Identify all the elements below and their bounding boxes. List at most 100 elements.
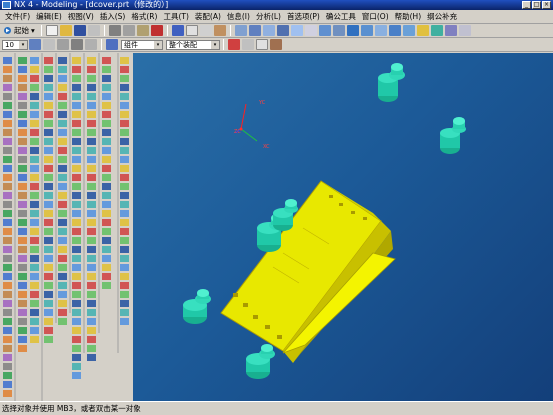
sketch-icon[interactable] — [458, 25, 471, 36]
tool-icon[interactable] — [87, 57, 96, 64]
tool-icon[interactable] — [72, 255, 81, 262]
tool-icon[interactable] — [3, 246, 12, 253]
tool-icon[interactable] — [18, 246, 27, 253]
tool-icon[interactable] — [87, 66, 96, 73]
tool-icon[interactable] — [72, 75, 81, 82]
tool-icon[interactable] — [102, 192, 111, 199]
tool-icon[interactable] — [30, 138, 39, 145]
hand-icon[interactable] — [213, 25, 226, 36]
tool-icon[interactable] — [3, 156, 12, 163]
tool-icon[interactable] — [87, 183, 96, 190]
tool-icon[interactable] — [3, 183, 12, 190]
tool-icon[interactable] — [72, 192, 81, 199]
tool-icon[interactable] — [18, 102, 27, 109]
tool-icon[interactable] — [72, 165, 81, 172]
tool-icon[interactable] — [3, 93, 12, 100]
tool-icon[interactable] — [18, 345, 27, 352]
tool-icon[interactable] — [72, 237, 81, 244]
tool-icon[interactable] — [72, 219, 81, 226]
menu-supplement[interactable]: 纲公补充 — [424, 11, 460, 23]
tool-icon[interactable] — [102, 273, 111, 280]
tool-icon[interactable] — [44, 264, 53, 271]
tool-icon[interactable] — [18, 138, 27, 145]
tool-icon[interactable] — [72, 345, 81, 352]
wireframe-icon[interactable] — [360, 25, 373, 36]
tool-icon[interactable] — [72, 282, 81, 289]
model-view[interactable]: YC XC ZC — [133, 53, 553, 401]
tool-icon[interactable] — [87, 156, 96, 163]
tool-icon[interactable] — [72, 156, 81, 163]
tool-icon[interactable] — [3, 147, 12, 154]
tool-icon[interactable] — [72, 246, 81, 253]
tool-icon[interactable] — [30, 66, 39, 73]
tool-icon[interactable] — [72, 138, 81, 145]
tool-icon[interactable] — [87, 309, 96, 316]
cut-icon[interactable] — [108, 25, 121, 36]
selection-options-icon[interactable] — [256, 39, 268, 50]
tool-icon[interactable] — [44, 174, 53, 181]
repeat-icon[interactable] — [199, 25, 212, 36]
tool-icon[interactable] — [18, 183, 27, 190]
work-layer-icon[interactable] — [29, 39, 41, 50]
tool-icon[interactable] — [72, 273, 81, 280]
tool-icon[interactable] — [72, 363, 81, 370]
tool-icon[interactable] — [58, 300, 67, 307]
layer-select[interactable]: 10 ▾ — [2, 39, 28, 50]
tool-icon[interactable] — [102, 120, 111, 127]
tool-icon[interactable] — [87, 75, 96, 82]
tool-icon[interactable] — [120, 264, 129, 271]
tool-icon[interactable] — [102, 237, 111, 244]
peg-part[interactable] — [378, 63, 405, 102]
tool-icon[interactable] — [44, 102, 53, 109]
tool-icon[interactable] — [18, 147, 27, 154]
tool-icon[interactable] — [3, 129, 12, 136]
tool-icon[interactable] — [30, 174, 39, 181]
tool-icon[interactable] — [58, 102, 67, 109]
tool-icon[interactable] — [58, 282, 67, 289]
tool-icon[interactable] — [120, 246, 129, 253]
tool-icon[interactable] — [44, 192, 53, 199]
tool-icon[interactable] — [120, 138, 129, 145]
tool-icon[interactable] — [72, 372, 81, 379]
tool-icon[interactable] — [58, 138, 67, 145]
tool-icon[interactable] — [120, 102, 129, 109]
tool-icon[interactable] — [102, 255, 111, 262]
display-icon[interactable] — [444, 25, 457, 36]
view-front-icon[interactable] — [332, 25, 345, 36]
tool-icon[interactable] — [58, 219, 67, 226]
tool-icon[interactable] — [30, 129, 39, 136]
tool-icon[interactable] — [44, 219, 53, 226]
tool-icon[interactable] — [72, 309, 81, 316]
redo-icon[interactable] — [185, 25, 198, 36]
tool-icon[interactable] — [18, 57, 27, 64]
menu-analysis[interactable]: 分析(L) — [253, 11, 284, 23]
tool-icon[interactable] — [3, 363, 12, 370]
tool-icon[interactable] — [58, 66, 67, 73]
tool-icon[interactable] — [3, 111, 12, 118]
tool-icon[interactable] — [58, 129, 67, 136]
menu-assemblies[interactable]: 装配(A) — [192, 11, 224, 23]
tool-icon[interactable] — [30, 183, 39, 190]
tool-icon[interactable] — [120, 219, 129, 226]
tool-icon[interactable] — [44, 291, 53, 298]
tool-icon[interactable] — [87, 120, 96, 127]
tool-icon[interactable] — [30, 318, 39, 325]
tool-icon[interactable] — [120, 93, 129, 100]
tool-icon[interactable] — [3, 309, 12, 316]
tool-icon[interactable] — [44, 84, 53, 91]
tool-icon[interactable] — [87, 282, 96, 289]
tool-icon[interactable] — [58, 273, 67, 280]
tool-icon[interactable] — [87, 354, 96, 361]
tool-icon[interactable] — [58, 120, 67, 127]
tool-icon[interactable] — [3, 300, 12, 307]
tool-icon[interactable] — [44, 165, 53, 172]
tool-icon[interactable] — [102, 174, 111, 181]
tool-icon[interactable] — [58, 57, 67, 64]
tool-icon[interactable] — [102, 84, 111, 91]
tool-icon[interactable] — [102, 138, 111, 145]
tool-icon[interactable] — [87, 201, 96, 208]
tool-icon[interactable] — [18, 282, 27, 289]
tool-icon[interactable] — [87, 138, 96, 145]
isometric-view-icon[interactable] — [374, 25, 387, 36]
tool-icon[interactable] — [18, 75, 27, 82]
